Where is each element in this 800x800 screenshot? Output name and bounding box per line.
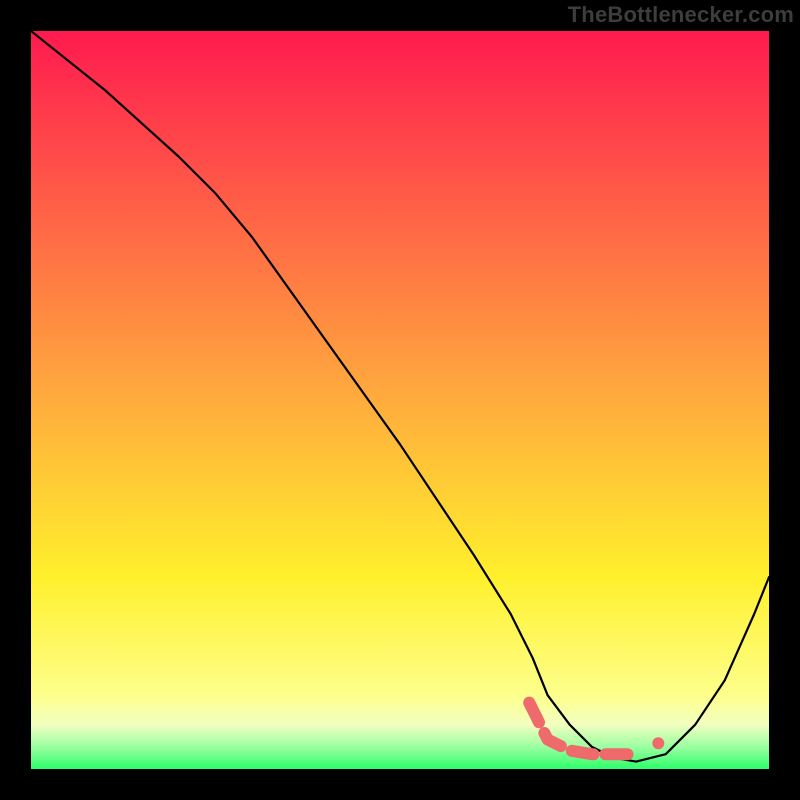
attribution-text: TheBottlenecker.com: [568, 2, 794, 28]
plot-background: [31, 31, 769, 769]
highlight-marker: [652, 737, 664, 749]
